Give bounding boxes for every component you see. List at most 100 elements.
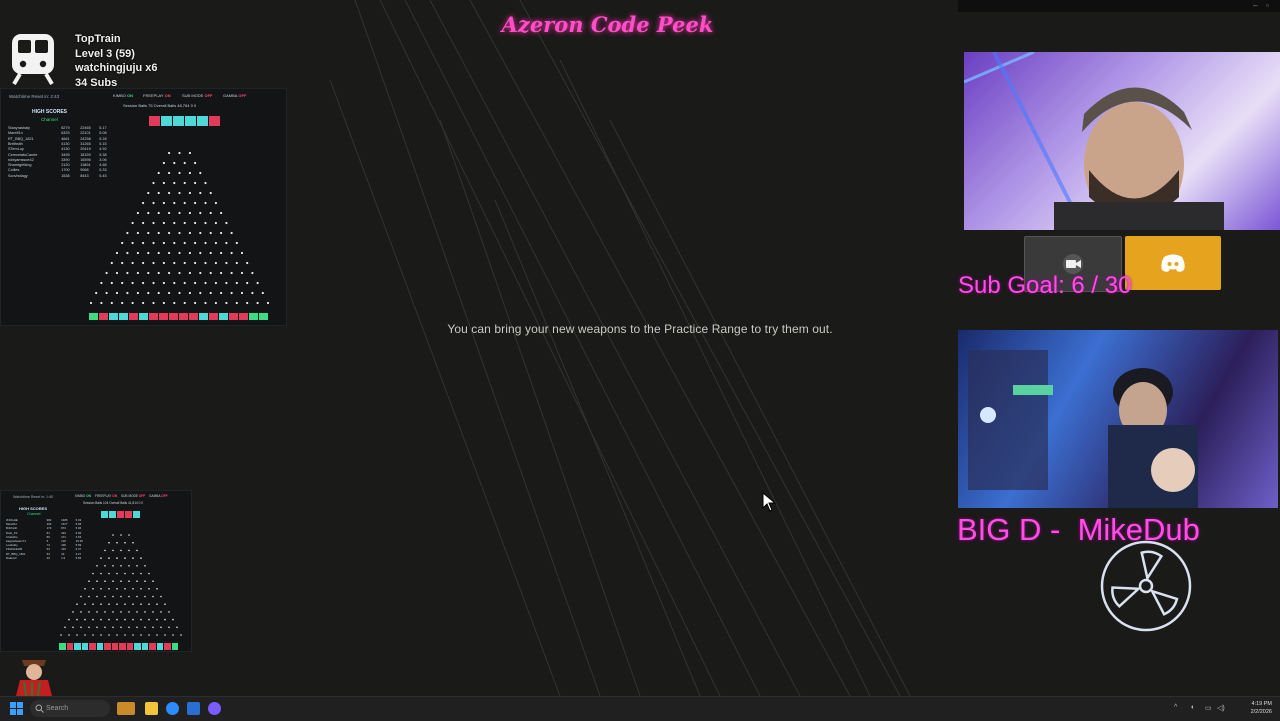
plinko-peg <box>148 588 150 590</box>
plinko-peg <box>124 618 126 621</box>
plinko-peg <box>124 634 126 636</box>
plinko-peg <box>89 301 93 305</box>
plinko-peg <box>140 588 142 590</box>
plinko-peg <box>194 301 197 305</box>
plinko-peg <box>120 611 122 613</box>
browser-icon[interactable] <box>166 702 179 715</box>
plinko-timer: Watchtime Reset in: 1:40 <box>13 495 54 499</box>
high-score-value: 5.17 <box>99 126 107 130</box>
plinko-peg <box>183 201 186 205</box>
plinko-peg <box>136 251 139 255</box>
plinko-peg <box>136 211 139 215</box>
plinko-peg <box>194 281 197 285</box>
plinko-bins <box>59 643 178 650</box>
plinko-peg <box>194 241 197 245</box>
high-score-value: 4661 <box>61 136 70 141</box>
plinko-peg <box>88 611 90 613</box>
plinko-bin <box>149 643 156 650</box>
plinko-drop-bar[interactable] <box>149 116 220 126</box>
plinko-peg <box>266 301 270 305</box>
plinko-peg <box>131 281 134 285</box>
plinko-peg <box>142 201 145 205</box>
maximize-icon[interactable]: ▫ <box>1266 2 1274 10</box>
plinko-peg <box>220 211 223 215</box>
plinko-peg <box>128 580 130 582</box>
microphone-icon[interactable]: ◖ <box>1190 704 1194 711</box>
plinko-peg <box>116 541 118 544</box>
plinko-peg <box>235 241 238 245</box>
plinko-peg <box>214 301 217 305</box>
plinko-peg <box>136 611 138 613</box>
taskbar-clock[interactable]: 4:19 PM 2/2/2026 <box>1251 700 1272 716</box>
high-score-value: 1700 <box>61 168 70 173</box>
plinko-peg <box>162 161 165 165</box>
plinko-peg <box>204 201 207 205</box>
plinko-peg <box>116 572 118 575</box>
plinko-peg <box>178 291 181 295</box>
plinko-bin <box>129 313 138 320</box>
taskbar-app-icon[interactable] <box>187 702 200 715</box>
plinko-peg <box>104 549 106 552</box>
plinko-peg <box>156 588 158 590</box>
radiation-icon <box>1100 540 1192 632</box>
minimize-icon[interactable]: – <box>1253 2 1261 10</box>
plinko-peg <box>144 565 146 567</box>
plinko-peg <box>126 271 129 275</box>
plinko-peg <box>104 626 106 629</box>
plinko-peg <box>80 626 82 629</box>
stat-gamba: GAMBA OFF <box>149 494 168 498</box>
file-explorer-icon[interactable] <box>145 702 158 715</box>
plinko-peg <box>100 572 102 575</box>
stat-kimbo: KIMBO ON <box>75 494 91 498</box>
windows-start-icon[interactable] <box>10 702 23 715</box>
obs-icon[interactable] <box>208 702 221 715</box>
high-score-name: Britthsith <box>8 141 23 146</box>
plinko-peg <box>209 211 212 215</box>
tray-chevron-icon[interactable]: ^ <box>1174 704 1177 711</box>
plinko-drop-bar[interactable] <box>101 511 140 518</box>
plinko-peg <box>152 201 155 205</box>
plinko-peg <box>160 611 162 613</box>
plinko-peg <box>68 634 70 636</box>
plinko-peg <box>76 603 78 605</box>
plinko-peg <box>115 251 119 255</box>
discord-button[interactable] <box>1125 236 1221 290</box>
plinko-peg <box>204 221 207 225</box>
plinko-peg <box>162 241 165 245</box>
plinko-peg <box>157 191 160 195</box>
plinko-peg <box>104 595 106 598</box>
plinko-peg <box>147 191 150 195</box>
stat-freeplay: FREEPLAY ON <box>95 494 118 498</box>
plinko-peg <box>188 191 191 195</box>
high-score-value: 4130 <box>61 141 70 146</box>
plinko-peg <box>110 261 113 265</box>
plinko-bin <box>119 313 128 320</box>
plinko-peg <box>136 595 138 598</box>
plinko-peg <box>157 251 160 255</box>
plinko-peg <box>176 626 178 629</box>
high-score-row: Stanyrashaly 6279 22465 5.17 <box>8 126 114 130</box>
plinko-peg <box>225 301 228 305</box>
plinko-peg <box>183 221 186 225</box>
plinko-peg <box>164 603 166 605</box>
network-icon[interactable]: ▭ <box>1205 704 1212 712</box>
train-name: TopTrain <box>75 33 121 45</box>
clock-time: 4:19 PM <box>1251 701 1272 707</box>
plinko-peg <box>199 191 202 195</box>
plinko-bin <box>134 643 141 650</box>
plinko-peg <box>136 549 138 552</box>
plinko-peg <box>168 151 171 155</box>
volume-icon[interactable]: ◁) <box>1217 704 1225 712</box>
plinko-peg <box>100 603 102 605</box>
high-score-row: Marelf1n 6325 22101 5.08 <box>8 131 114 135</box>
plinko-peg <box>251 291 254 295</box>
taskbar-app-game-icon[interactable] <box>117 702 135 715</box>
plinko-peg <box>180 634 182 636</box>
plinko-peg <box>132 572 134 575</box>
plinko-peg <box>120 565 122 567</box>
plinko-peg <box>112 595 114 598</box>
plinko-peg <box>209 271 212 275</box>
plinko-peg <box>214 241 217 245</box>
plinko-peg <box>142 281 145 285</box>
plinko-peg <box>173 281 176 285</box>
